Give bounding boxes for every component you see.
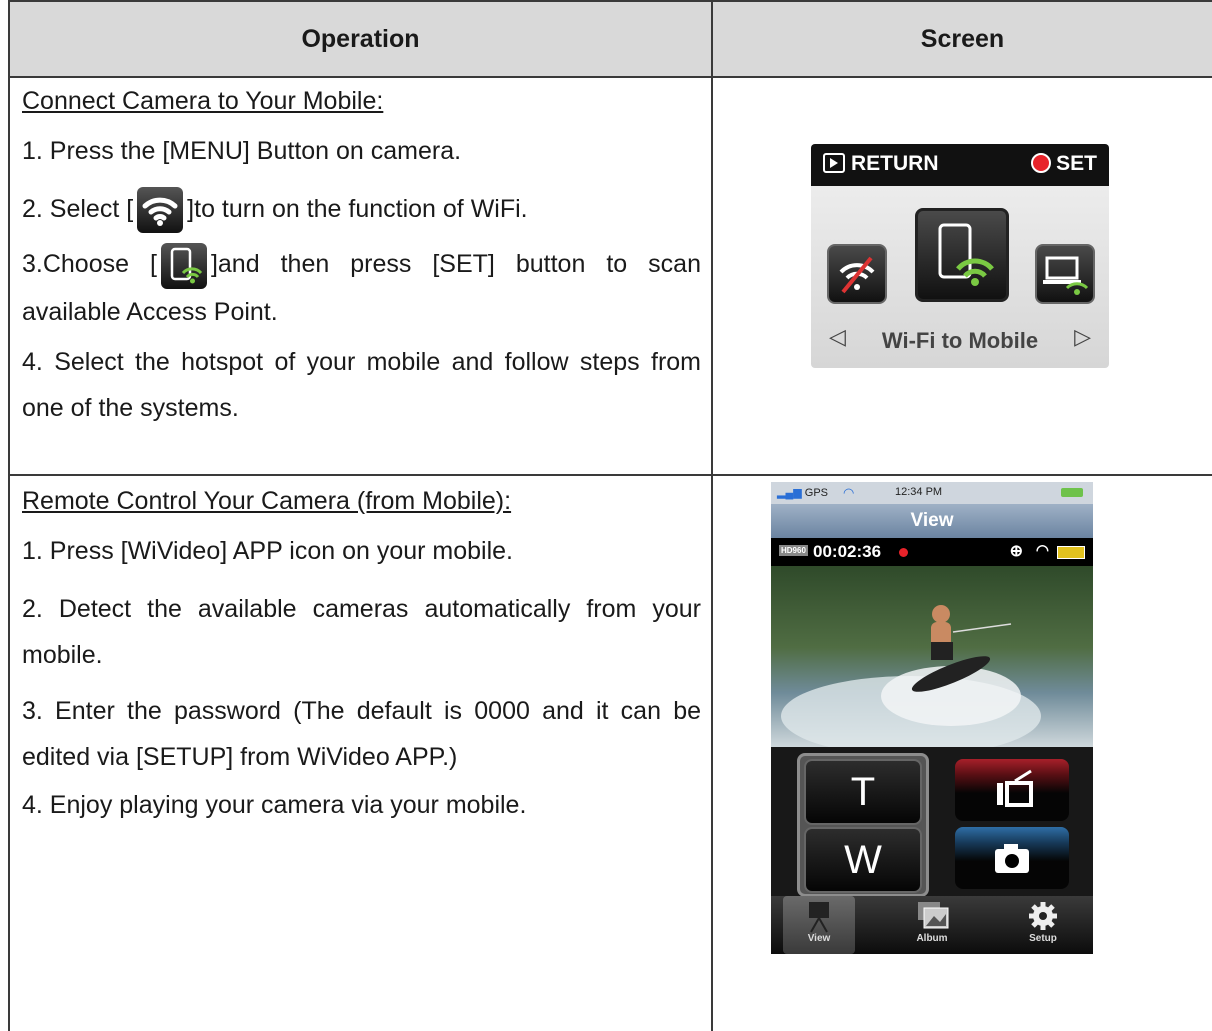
record-video-button[interactable] bbox=[955, 759, 1069, 821]
remote-step-2: 2. Detect the available cameras automati… bbox=[22, 595, 701, 669]
live-preview-image bbox=[771, 566, 1093, 756]
tab-view[interactable]: View bbox=[783, 896, 855, 954]
mode-label: Wi-Fi to Mobile bbox=[881, 328, 1039, 353]
remote-instructions-cell: Remote Control Your Camera (from Mobile)… bbox=[8, 474, 713, 1031]
camera-controls: T W bbox=[771, 747, 1093, 897]
play-return-icon bbox=[823, 153, 845, 173]
hd960-badge: HD960 bbox=[779, 545, 808, 556]
view-title: View bbox=[771, 504, 1093, 538]
zoom-icon: ⊕ bbox=[1009, 543, 1023, 560]
zoom-tele-button[interactable]: T bbox=[804, 759, 922, 825]
tripod-camera-icon bbox=[809, 902, 829, 933]
wifi-to-mobile-tile-icon bbox=[915, 208, 1009, 302]
phone-status-bar: ▂▄▆ GPS ◠ 12:34 PM bbox=[771, 482, 1093, 504]
camera-menu-bar: RETURN SET bbox=[811, 144, 1109, 186]
zoom-wide-button[interactable]: W bbox=[804, 827, 922, 893]
wifi-status-icon: ◠ bbox=[1035, 542, 1049, 559]
take-photo-button[interactable] bbox=[955, 827, 1069, 889]
camera-icon bbox=[995, 844, 1029, 873]
camera-battery-icon bbox=[1057, 546, 1085, 559]
gps-label: GPS bbox=[804, 487, 829, 499]
battery-icon bbox=[1061, 488, 1083, 497]
recording-dot-icon bbox=[899, 548, 908, 557]
tab-setup[interactable]: Setup bbox=[1007, 896, 1079, 954]
return-label: RETURN bbox=[851, 152, 939, 175]
connect-instructions-cell: Connect Camera to Your Mobile: 1. Press … bbox=[8, 76, 713, 476]
phone-wifi-icon: ◠ bbox=[843, 485, 855, 500]
phone-time: 12:34 PM bbox=[895, 486, 943, 498]
record-time: 00:02:36 bbox=[813, 542, 882, 561]
phone-screen-cell: ▂▄▆ GPS ◠ 12:34 PM View HD960 00:02:36 ⊕… bbox=[711, 474, 1212, 1031]
mobile-app-screenshot: ▂▄▆ GPS ◠ 12:34 PM View HD960 00:02:36 ⊕… bbox=[771, 482, 1093, 954]
gear-icon bbox=[1029, 902, 1057, 930]
remote-step-4: 4. Enjoy playing your camera via your mo… bbox=[22, 791, 527, 819]
remote-step-3: 3. Enter the password (The default is 00… bbox=[22, 697, 701, 771]
set-label: SET bbox=[1056, 152, 1097, 175]
connect-step-4: 4. Select the hotspot of your mobile and… bbox=[22, 347, 701, 422]
recording-bar: HD960 00:02:36 ⊕ ◠ bbox=[771, 538, 1093, 566]
tab-album[interactable]: Album bbox=[896, 896, 968, 954]
connect-step-3: 3.Choose []and then press [SET] button t… bbox=[22, 241, 701, 334]
camera-screen-cell: RETURN SET ◁ Wi-Fi to Mobile ▷ bbox=[711, 76, 1212, 476]
wifi-on-icon bbox=[137, 187, 184, 234]
album-icon bbox=[918, 902, 949, 929]
app-tab-bar: View Album Setup bbox=[771, 896, 1093, 954]
instruction-table: Operation Screen Connect Camera to Your … bbox=[8, 0, 1212, 1031]
camera-wifi-menu-screenshot: RETURN SET ◁ Wi-Fi to Mobile ▷ bbox=[811, 144, 1109, 368]
signal-icon: ▂▄▆ bbox=[777, 487, 802, 499]
wifi-to-mobile-icon bbox=[160, 242, 207, 289]
operation-header: Operation bbox=[8, 0, 713, 78]
connect-section-heading: Connect Camera to Your Mobile: bbox=[22, 87, 384, 115]
connect-step-2: 2. Select []to turn on the function of W… bbox=[22, 186, 701, 234]
screen-header: Screen bbox=[711, 0, 1212, 78]
remote-section-heading: Remote Control Your Camera (from Mobile)… bbox=[22, 487, 512, 515]
video-camera-icon bbox=[997, 769, 1033, 807]
wifi-off-tile-icon bbox=[827, 244, 887, 304]
wifi-to-pc-tile-icon bbox=[1035, 244, 1095, 304]
record-set-icon bbox=[1031, 153, 1052, 173]
connect-step-1: 1. Press the [MENU] Button on camera. bbox=[22, 137, 462, 165]
right-arrow-icon: ▷ bbox=[1074, 324, 1091, 349]
remote-step-1: 1. Press [WiVideo] APP icon on your mobi… bbox=[22, 537, 513, 565]
